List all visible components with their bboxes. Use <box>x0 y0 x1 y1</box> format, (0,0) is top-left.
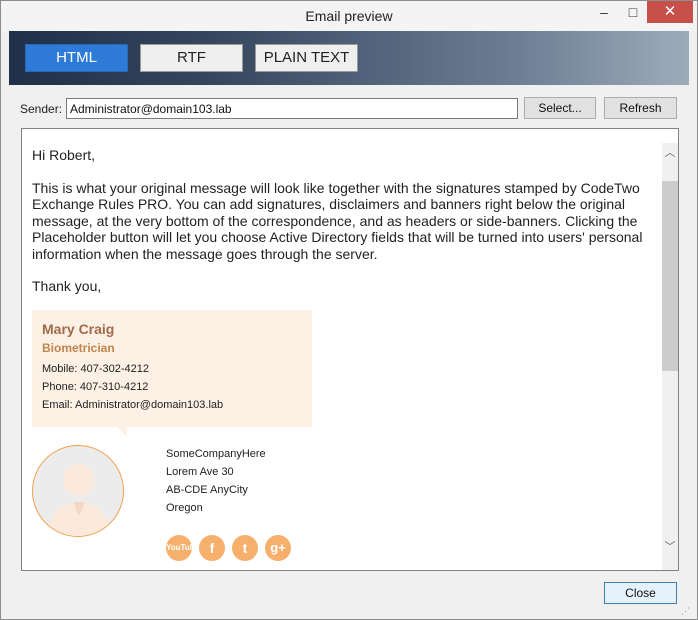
signature-job-title: Biometrician <box>42 341 115 355</box>
maximize-button[interactable]: □ <box>619 1 647 23</box>
company-name: SomeCompanyHere <box>166 448 266 460</box>
close-window-button[interactable]: ✕ <box>647 1 693 23</box>
company-state: Oregon <box>166 502 203 514</box>
twitter-icon[interactable]: t <box>232 535 258 561</box>
person-icon <box>47 464 111 536</box>
sender-input[interactable] <box>66 98 518 119</box>
vertical-scrollbar[interactable]: ︿ ﹀ <box>662 143 678 570</box>
company-street: Lorem Ave 30 <box>166 466 234 478</box>
message-body: Hi Robert, This is what your original me… <box>32 147 652 295</box>
html-mode-button[interactable]: HTML <box>25 44 128 72</box>
plain-text-mode-button[interactable]: PLAIN TEXT <box>255 44 358 72</box>
body-text: This is what your original message will … <box>32 179 643 262</box>
facebook-icon[interactable]: f <box>199 535 225 561</box>
refresh-button[interactable]: Refresh <box>604 97 677 119</box>
closing-text: Thank you, <box>32 278 102 294</box>
signature-card: Mary Craig Biometrician Mobile: 407-302-… <box>32 310 312 427</box>
email-preview-pane[interactable]: Hi Robert, This is what your original me… <box>21 128 679 571</box>
signature-pointer <box>117 427 127 437</box>
scroll-down-icon[interactable]: ﹀ <box>662 539 678 555</box>
signature-name: Mary Craig <box>42 321 115 337</box>
greeting-text: Hi Robert, <box>32 147 96 163</box>
company-city: AB-CDE AnyCity <box>166 484 248 496</box>
scroll-thumb[interactable] <box>662 181 678 371</box>
avatar <box>32 445 124 537</box>
scroll-up-icon[interactable]: ︿ <box>662 145 678 161</box>
signature-mobile: Mobile: 407-302-4212 <box>42 363 150 375</box>
minimize-button[interactable]: – <box>589 1 619 23</box>
title-bar: Email preview – □ ✕ <box>1 1 697 31</box>
close-button[interactable]: Close <box>604 582 677 604</box>
select-button[interactable]: Select... <box>524 97 596 119</box>
signature-email: Email: Administrator@domain103.lab <box>42 399 224 411</box>
signature-phone: Phone: 407-310-4212 <box>42 381 149 393</box>
sender-label: Sender: <box>20 102 63 116</box>
google-plus-icon[interactable]: g+ <box>265 535 291 561</box>
rtf-mode-button[interactable]: RTF <box>140 44 243 72</box>
email-preview-window: Email preview – □ ✕ HTML RTF PLAIN TEXT … <box>0 0 698 620</box>
format-header: HTML RTF PLAIN TEXT <box>9 31 689 85</box>
resize-grip-icon[interactable]: ⋰ <box>681 605 693 617</box>
youtube-icon[interactable]: YouTube <box>166 535 199 561</box>
